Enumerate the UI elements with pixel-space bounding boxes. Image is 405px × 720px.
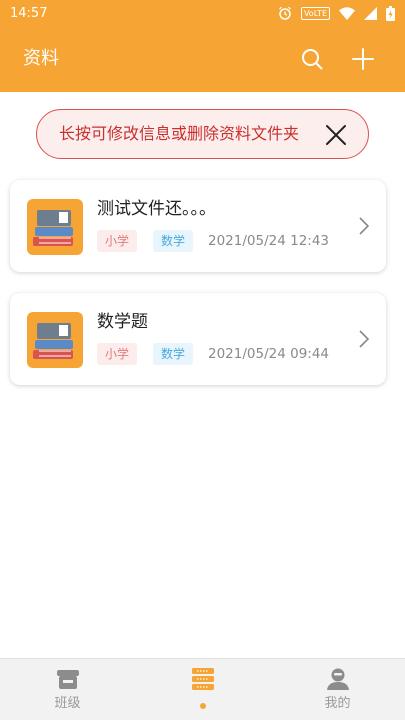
close-icon[interactable] <box>324 123 348 147</box>
app-bar: 资料 <box>0 26 405 92</box>
nav-item-profile[interactable]: 我的 <box>270 659 405 720</box>
bottom-nav: 班级 我的 <box>0 658 405 720</box>
signal-icon <box>364 6 377 20</box>
status-time: 14:57 <box>10 5 48 21</box>
chevron-right-icon <box>359 330 370 348</box>
battery-icon <box>386 5 395 21</box>
folder-date: 2021/05/24 12:43 <box>208 233 330 249</box>
nav-item-materials[interactable] <box>135 659 270 720</box>
folder-books-icon <box>27 199 83 255</box>
folder-card[interactable]: 测试文件还。。。 小学 数学 2021/05/24 12:43 <box>10 180 386 272</box>
status-bar: 14:57 VoLTE <box>0 0 405 26</box>
level-tag: 小学 <box>97 343 138 365</box>
wifi-icon <box>339 6 355 20</box>
hint-banner: 长按可修改信息或删除资料文件夹 <box>36 109 369 159</box>
materials-icon <box>191 668 214 690</box>
folder-books-icon <box>27 312 83 368</box>
status-icons: VoLTE <box>278 5 395 21</box>
search-button[interactable] <box>298 45 326 73</box>
class-icon <box>56 670 79 689</box>
nav-item-class[interactable]: 班级 <box>0 659 135 720</box>
profile-icon <box>326 668 349 690</box>
add-folder-button[interactable] <box>349 45 377 73</box>
level-tag: 小学 <box>97 230 138 252</box>
folder-title: 测试文件还。。。 <box>97 199 216 219</box>
plus-icon <box>352 48 374 70</box>
volte-badge: VoLTE <box>300 6 330 20</box>
alarm-icon <box>279 6 291 20</box>
folder-card[interactable]: 数学题 小学 数学 2021/05/24 09:44 <box>10 293 386 385</box>
page-title: 资料 <box>23 48 59 69</box>
folder-date: 2021/05/24 09:44 <box>208 346 330 362</box>
subject-tag: 数学 <box>153 343 194 365</box>
chevron-right-icon <box>359 217 370 235</box>
nav-label-class: 班级 <box>54 696 81 711</box>
search-icon <box>302 49 323 70</box>
active-indicator <box>199 703 206 709</box>
nav-label-profile: 我的 <box>324 696 351 711</box>
hint-text: 长按可修改信息或删除资料文件夹 <box>59 124 300 143</box>
subject-tag: 数学 <box>153 230 194 252</box>
folder-title: 数学题 <box>97 312 148 332</box>
